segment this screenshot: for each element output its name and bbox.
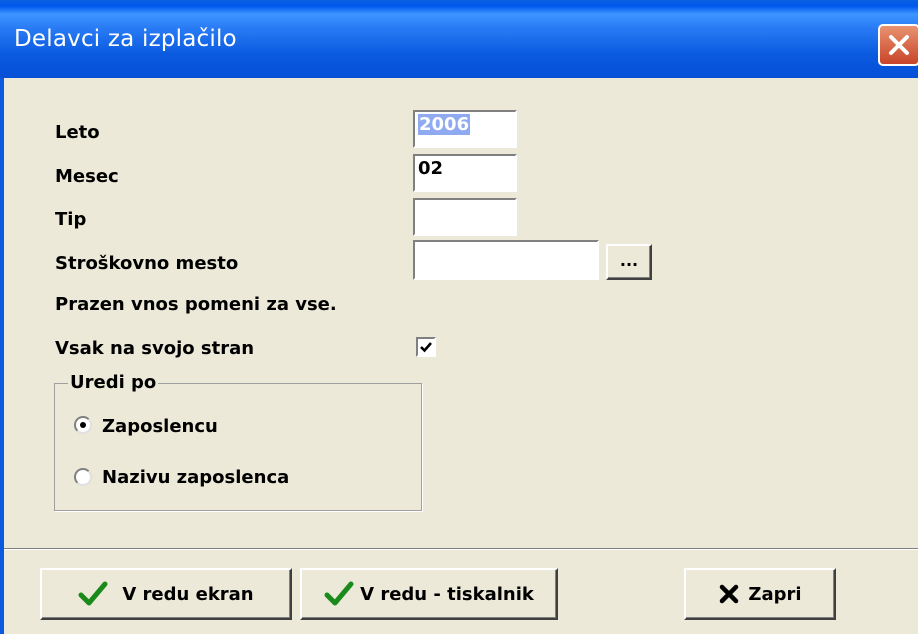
mesec-value: 02: [418, 158, 444, 179]
close-x-icon: [720, 584, 739, 604]
tip-label: Tip: [55, 209, 87, 230]
dialog-window: Delavci za izplačilo Leto 2006 Mesec 02 …: [0, 0, 918, 634]
ok-printer-button[interactable]: V redu - tiskalnik: [300, 568, 558, 620]
ok-printer-label: V redu - tiskalnik: [360, 583, 534, 605]
sort-group-legend: Uredi po: [68, 372, 159, 393]
window-title: Delavci za izplačilo: [14, 26, 237, 52]
stroskovno-mesto-field[interactable]: [413, 240, 599, 280]
checkmark-icon: [420, 342, 432, 353]
checkmark-icon: [324, 581, 354, 606]
leto-label: Leto: [55, 122, 100, 143]
radio-selected-dot: [80, 422, 86, 428]
button-separator: [4, 548, 918, 550]
tip-field[interactable]: [413, 198, 517, 236]
hint-text: Prazen vnos pomeni za vse.: [55, 294, 337, 315]
vsak-na-svojo-stran-label: Vsak na svojo stran: [55, 338, 255, 359]
checkmark-icon: [78, 581, 108, 606]
radio-zaposlencu-label[interactable]: Zaposlencu: [102, 416, 218, 437]
mesec-field[interactable]: 02: [413, 154, 517, 192]
vsak-na-svojo-stran-checkbox[interactable]: [416, 337, 436, 357]
mesec-label: Mesec: [55, 166, 119, 187]
close-icon: [889, 35, 909, 55]
window-border: [0, 78, 4, 634]
radio-nazivu-zaposlenca-label[interactable]: Nazivu zaposlenca: [102, 467, 289, 488]
leto-field[interactable]: 2006: [413, 110, 517, 148]
radio-nazivu-zaposlenca[interactable]: [74, 468, 92, 486]
window-close-button[interactable]: [878, 24, 918, 66]
browse-label: ...: [619, 250, 639, 270]
leto-value: 2006: [418, 114, 471, 135]
close-button[interactable]: Zapri: [684, 568, 836, 620]
radio-zaposlencu[interactable]: [74, 416, 92, 434]
ok-screen-button[interactable]: V redu ekran: [40, 568, 292, 620]
close-label: Zapri: [748, 583, 802, 605]
sort-groupbox: [54, 383, 422, 511]
ok-screen-label: V redu ekran: [122, 583, 254, 605]
browse-button[interactable]: ...: [606, 244, 652, 280]
title-bar[interactable]: Delavci za izplačilo: [0, 0, 918, 78]
stroskovno-mesto-label: Stroškovno mesto: [55, 253, 239, 274]
